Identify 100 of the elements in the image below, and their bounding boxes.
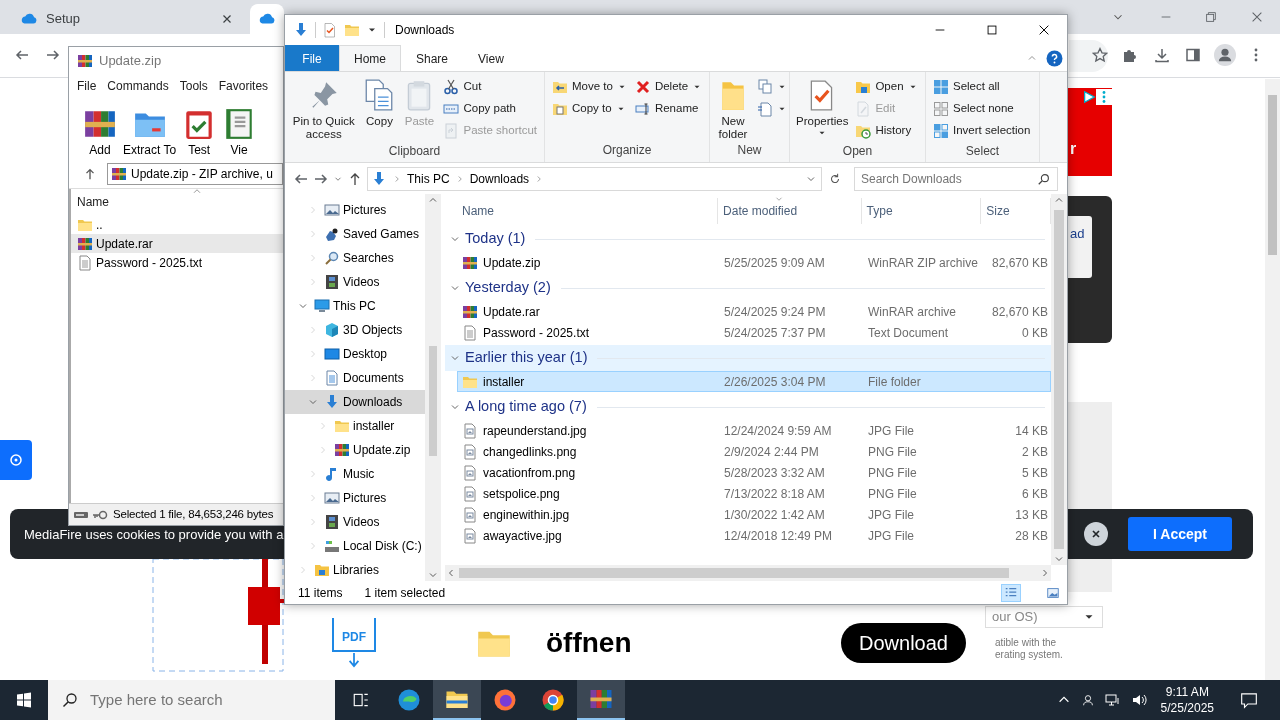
search-input[interactable]: Search Downloads bbox=[861, 168, 1037, 190]
ribbon-tab[interactable]: Share bbox=[401, 45, 464, 71]
nav-item[interactable]: 3D Objects bbox=[285, 318, 425, 342]
nav-item[interactable]: Local Disk (C:) bbox=[285, 534, 425, 558]
download-button[interactable]: Download bbox=[841, 623, 966, 663]
type-cell-text: JPG File bbox=[867, 422, 915, 440]
file-row[interactable]: awayactive.jpg 12/4/2018 12:49 PM JPG File 28 KB bbox=[457, 525, 1051, 546]
file-row[interactable]: setspolice.png 7/13/2022 8:18 AM PNG File 6 KB bbox=[457, 483, 1051, 504]
nav-item[interactable]: Music bbox=[285, 462, 425, 486]
column-header[interactable]: Type bbox=[861, 198, 982, 224]
file-row[interactable]: rapeunderstand.jpg 12/24/2024 9:59 AM JPG File 14 KB bbox=[457, 420, 1051, 441]
column-header[interactable]: Date modified bbox=[718, 198, 862, 224]
breadcrumb[interactable]: Downloads bbox=[469, 170, 530, 188]
ribbon-button[interactable]: Pin to Quick access bbox=[289, 74, 359, 142]
menu-item[interactable]: Favorites bbox=[218, 77, 269, 95]
menu-item[interactable]: File bbox=[77, 77, 97, 95]
file-row[interactable]: Password - 2025.txt 5/24/2025 7:37 PM Text Document 0 KB bbox=[457, 322, 1051, 343]
toolbar-button[interactable]: Vie bbox=[222, 107, 257, 159]
file-row[interactable]: Update.rar bbox=[71, 234, 283, 253]
file-row[interactable]: Password - 2025.txt bbox=[71, 253, 283, 272]
search-icon bbox=[1037, 172, 1051, 186]
toolbar-button[interactable]: Extract To bbox=[123, 107, 177, 159]
ribbon-button[interactable]: Rename bbox=[631, 98, 706, 120]
browser-tab[interactable]: Setup bbox=[8, 4, 246, 34]
ribbon-button[interactable]: Select none bbox=[930, 98, 1034, 120]
nav-item[interactable]: Update.zip bbox=[285, 438, 425, 462]
ribbon-button[interactable]: Cut bbox=[440, 76, 540, 98]
group-header[interactable]: A long time ago (7) bbox=[445, 394, 1051, 420]
download-icon bbox=[293, 22, 309, 38]
breadcrumb[interactable]: This PC bbox=[407, 170, 450, 188]
ribbon-tab[interactable]: Home bbox=[339, 45, 401, 71]
ribbon-button[interactable]: New folder bbox=[714, 74, 752, 141]
column-header[interactable]: Name bbox=[457, 198, 719, 224]
ribbon-button[interactable]: Copy bbox=[360, 74, 399, 142]
delete-icon bbox=[634, 79, 651, 95]
clock-date: 5/25/2025 bbox=[1160, 700, 1214, 716]
column-header[interactable]: Name bbox=[77, 193, 109, 211]
play-icon bbox=[1082, 90, 1096, 104]
os-dropdown[interactable]: our OS) bbox=[985, 606, 1103, 628]
nav-item[interactable]: Searches bbox=[285, 246, 425, 270]
toolbar-button[interactable]: Add bbox=[83, 107, 117, 159]
size-cell-text: 13 KB bbox=[1014, 506, 1049, 524]
games-icon bbox=[324, 226, 340, 242]
select-none-icon bbox=[933, 101, 949, 117]
date-cell-text: 7/13/2022 8:18 AM bbox=[723, 485, 826, 503]
nav-item[interactable]: Videos bbox=[285, 510, 425, 534]
tab-title: Setup bbox=[46, 10, 81, 29]
ribbon-button[interactable]: Delete bbox=[631, 76, 706, 98]
view-button[interactable] bbox=[1001, 583, 1021, 602]
group-header[interactable]: Today (1) bbox=[445, 226, 1051, 252]
ribbon-tab[interactable]: View bbox=[463, 45, 519, 71]
accept-button[interactable]: I Accept bbox=[1128, 517, 1232, 551]
search-input[interactable]: Type here to search bbox=[88, 687, 328, 713]
nav-item[interactable]: Downloads bbox=[285, 390, 425, 414]
group-header[interactable]: Earlier this year (1) bbox=[445, 345, 1051, 371]
ribbon-button[interactable]: History bbox=[852, 120, 921, 142]
nav-item[interactable]: Documents bbox=[285, 366, 425, 390]
task-view-icon bbox=[352, 691, 370, 709]
nav-item[interactable]: This PC bbox=[285, 294, 425, 318]
nav-item[interactable]: Libraries bbox=[285, 558, 425, 581]
file-row[interactable]: installer 2/26/2025 3:04 PM File folder bbox=[457, 371, 1051, 392]
nav-item[interactable]: Saved Games bbox=[285, 222, 425, 246]
file-row[interactable]: .. bbox=[71, 215, 283, 234]
file-name: rapeunderstand.jpg bbox=[483, 422, 587, 440]
menu-item[interactable]: Tools bbox=[179, 77, 208, 95]
ribbon-button[interactable]: Move to bbox=[549, 76, 630, 98]
ribbon-button[interactable]: Open bbox=[852, 76, 921, 98]
search-field[interactable]: Search Downloads bbox=[854, 167, 1058, 191]
settings-button[interactable] bbox=[0, 440, 32, 480]
nav-item[interactable]: Pictures bbox=[285, 198, 425, 222]
menu-item[interactable]: Commands bbox=[107, 77, 169, 95]
taskbar-app[interactable] bbox=[577, 680, 625, 720]
archive-icon bbox=[77, 235, 93, 252]
file-row[interactable]: vacationfrom.png 5/28/2023 3:32 AM PNG File 5 KB bbox=[457, 462, 1051, 483]
image-file-icon bbox=[462, 527, 478, 544]
nav-item[interactable]: Videos bbox=[285, 270, 425, 294]
film-icon bbox=[324, 274, 340, 290]
image-file-icon bbox=[462, 464, 478, 481]
ribbon-button[interactable]: Properties bbox=[794, 74, 851, 142]
ribbon-button[interactable]: Copy path bbox=[440, 98, 540, 120]
path-field[interactable]: Update.zip - ZIP archive, u bbox=[107, 162, 283, 185]
nav-item[interactable]: Pictures bbox=[285, 486, 425, 510]
toolbar-button[interactable]: Test bbox=[182, 107, 217, 159]
address-field[interactable]: This PC Downloads bbox=[367, 167, 822, 191]
taskbar-app[interactable] bbox=[433, 680, 481, 720]
ribbon-button[interactable]: Copy to bbox=[549, 98, 630, 120]
file-row[interactable]: changedlinks.png 2/9/2024 2:44 PM PNG File 2 KB bbox=[457, 441, 1051, 462]
nav-item[interactable]: installer bbox=[285, 414, 425, 438]
help-icon bbox=[1046, 49, 1063, 67]
ribbon-button[interactable]: Invert selection bbox=[930, 120, 1034, 142]
file-row[interactable]: Update.zip 5/25/2025 9:09 AM WinRAR ZIP archive 82,670 KB bbox=[457, 252, 1051, 273]
ribbon-button[interactable]: Select all bbox=[930, 76, 1034, 98]
nav-item[interactable]: Desktop bbox=[285, 342, 425, 366]
ribbon-tab[interactable]: File bbox=[285, 45, 339, 71]
file-row[interactable]: enginewithin.jpg 1/30/2022 1:42 AM JPG File 13 KB bbox=[457, 504, 1051, 525]
browser-tab[interactable] bbox=[250, 4, 284, 34]
search-field[interactable]: Type here to search bbox=[48, 680, 335, 720]
size-cell-text: 14 KB bbox=[1014, 422, 1049, 440]
group-header[interactable]: Yesterday (2) bbox=[445, 275, 1051, 301]
file-row[interactable]: Update.rar 5/24/2025 9:24 PM WinRAR archive 82,670 KB bbox=[457, 301, 1051, 322]
